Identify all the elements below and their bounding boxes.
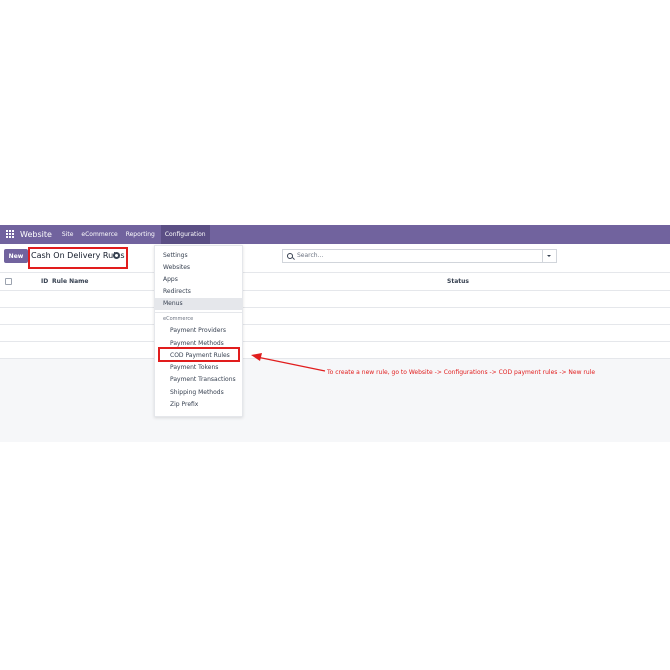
menu-item-settings[interactable]: Settings bbox=[163, 252, 188, 259]
menu-item-payment-tokens[interactable]: Payment Tokens bbox=[170, 364, 218, 371]
menu-divider bbox=[155, 312, 242, 313]
menu-item-payment-transactions[interactable]: Payment Transactions bbox=[170, 376, 236, 383]
annotation-text: To create a new rule, go to Website -> C… bbox=[327, 369, 596, 376]
app-brand[interactable]: Website bbox=[20, 230, 52, 239]
search-placeholder: Search... bbox=[297, 252, 324, 259]
table-row bbox=[0, 290, 670, 308]
nav-item-ecommerce[interactable]: eCommerce bbox=[81, 231, 117, 238]
top-navbar: Website Site eCommerce Reporting Configu… bbox=[0, 225, 670, 244]
nav-item-configuration[interactable]: Configuration bbox=[160, 225, 210, 244]
column-status[interactable]: Status bbox=[447, 278, 469, 285]
table-row bbox=[0, 341, 670, 359]
menu-item-menus[interactable]: Menus bbox=[163, 300, 183, 307]
table-header: ID Rule Name Status bbox=[0, 272, 670, 291]
chevron-down-icon[interactable] bbox=[542, 250, 556, 262]
menu-item-apps[interactable]: Apps bbox=[163, 276, 178, 283]
column-rule-name[interactable]: Rule Name bbox=[52, 278, 89, 285]
new-button[interactable]: New bbox=[4, 249, 28, 263]
nav-item-site[interactable]: Site bbox=[62, 231, 74, 238]
menu-item-zip-prefix[interactable]: Zip Prefix bbox=[170, 401, 198, 408]
menu-item-payment-providers[interactable]: Payment Providers bbox=[170, 327, 226, 334]
table-row bbox=[0, 307, 670, 325]
menu-section-ecommerce: eCommerce bbox=[163, 316, 194, 322]
app-window: Website Site eCommerce Reporting Configu… bbox=[0, 225, 670, 442]
search-icon bbox=[287, 253, 293, 259]
nav-item-reporting[interactable]: Reporting bbox=[126, 231, 155, 238]
column-id[interactable]: ID bbox=[41, 278, 48, 285]
configuration-dropdown: Settings Websites Apps Redirects Menus e… bbox=[154, 245, 243, 417]
menu-item-shipping-methods[interactable]: Shipping Methods bbox=[170, 389, 224, 396]
highlight-box-cod-menu bbox=[158, 347, 240, 362]
search-input[interactable]: Search... bbox=[282, 249, 557, 263]
menu-item-redirects[interactable]: Redirects bbox=[163, 288, 191, 295]
table-row bbox=[0, 324, 670, 342]
select-all-checkbox[interactable] bbox=[5, 278, 12, 285]
apps-menu-icon[interactable] bbox=[6, 230, 15, 239]
highlight-box-breadcrumb bbox=[28, 247, 128, 269]
menu-item-payment-methods[interactable]: Payment Methods bbox=[170, 340, 224, 347]
menu-item-websites[interactable]: Websites bbox=[163, 264, 190, 271]
